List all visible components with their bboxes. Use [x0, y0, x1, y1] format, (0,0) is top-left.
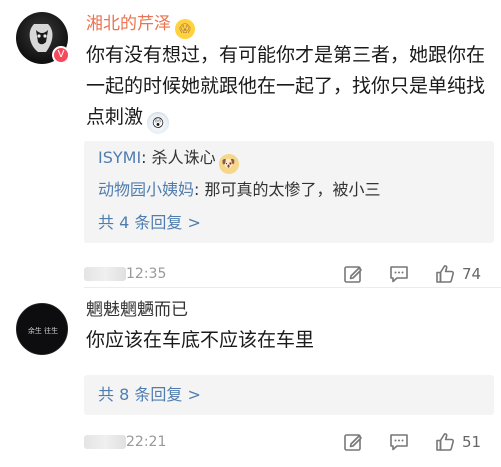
surprised-emoji-icon: 😲	[147, 112, 170, 134]
reply-separator: :	[194, 180, 205, 199]
edit-button[interactable]	[342, 430, 364, 454]
comment-icon	[390, 266, 408, 283]
like-count: 74	[462, 265, 482, 283]
timestamp: 12:35	[126, 266, 167, 282]
comment-text-content: 你有没有想过，有可能你才是第三者，她跟你在一起的时候她就跟他在一起了，找你只是单…	[86, 44, 486, 128]
edit-button[interactable]	[342, 262, 364, 286]
edit-icon	[344, 266, 362, 283]
like-button[interactable]: 74	[434, 262, 481, 286]
timestamp: 22:21	[126, 434, 167, 450]
view-more-replies-link[interactable]: 共 8 条回复 >	[98, 384, 201, 406]
reply-separator: :	[141, 148, 152, 167]
reply-button[interactable]	[388, 430, 410, 454]
comment-item: V 湘北的芹泽 😱 你有没有想过，有可能你才是第三者，她跟你在一起的时候她就跟他在…	[0, 0, 501, 287]
reply-preview-item: 动物园小姨妈: 那可真的太惨了，被小三	[98, 179, 381, 201]
username-text[interactable]: 湘北的芹泽	[86, 14, 171, 34]
like-count: 51	[462, 433, 482, 451]
blurred-text	[84, 267, 126, 281]
reply-preview-item: ISYMI: 杀人诛心 🐶	[98, 147, 239, 174]
view-more-replies-link[interactable]: 共 4 条回复 >	[98, 212, 201, 234]
username[interactable]: 魍魅魍魉而已	[86, 299, 188, 321]
blurred-text	[84, 435, 126, 449]
reply-text: 杀人诛心	[151, 148, 216, 167]
comment-footer: 12:35 74	[84, 262, 494, 286]
reply-preview-box: 共 8 条回复 >	[84, 375, 494, 415]
reply-author[interactable]: ISYMI	[98, 148, 141, 167]
comment-text: 你有没有想过，有可能你才是第三者，她跟你在一起的时候她就跟他在一起了，找你只是单…	[86, 40, 496, 134]
comment-text: 你应该在车底不应该在车里	[86, 329, 315, 351]
comment-divider	[84, 287, 501, 288]
comment-footer: 22:21 51	[84, 430, 494, 454]
reply-text: 那可真的太惨了，被小三	[204, 180, 381, 199]
thumbs-up-icon	[436, 433, 455, 451]
scared-emoji-icon: 😱	[175, 19, 195, 39]
avatar-text: 余生 往生	[28, 326, 58, 335]
avatar-image: 余生 往生	[17, 304, 67, 354]
comment-icon	[390, 434, 408, 451]
reply-preview-box: ISYMI: 杀人诛心 🐶 动物园小姨妈: 那可真的太惨了，被小三 共 4 条回复…	[84, 141, 494, 243]
like-button[interactable]: 51	[434, 430, 481, 454]
reply-button[interactable]	[388, 262, 410, 286]
doge-emoji-icon: 🐶	[218, 154, 239, 174]
reply-author[interactable]: 动物园小姨妈	[98, 180, 194, 199]
avatar[interactable]: 余生 往生	[16, 303, 68, 355]
verified-badge: V	[52, 46, 70, 64]
comment-item: 余生 往生 魍魅魍魉而已 你应该在车底不应该在车里 共 8 条回复 > 22:2…	[0, 289, 501, 467]
thumbs-up-icon	[436, 265, 455, 283]
username[interactable]: 湘北的芹泽 😱	[86, 13, 195, 39]
edit-icon	[344, 434, 362, 451]
